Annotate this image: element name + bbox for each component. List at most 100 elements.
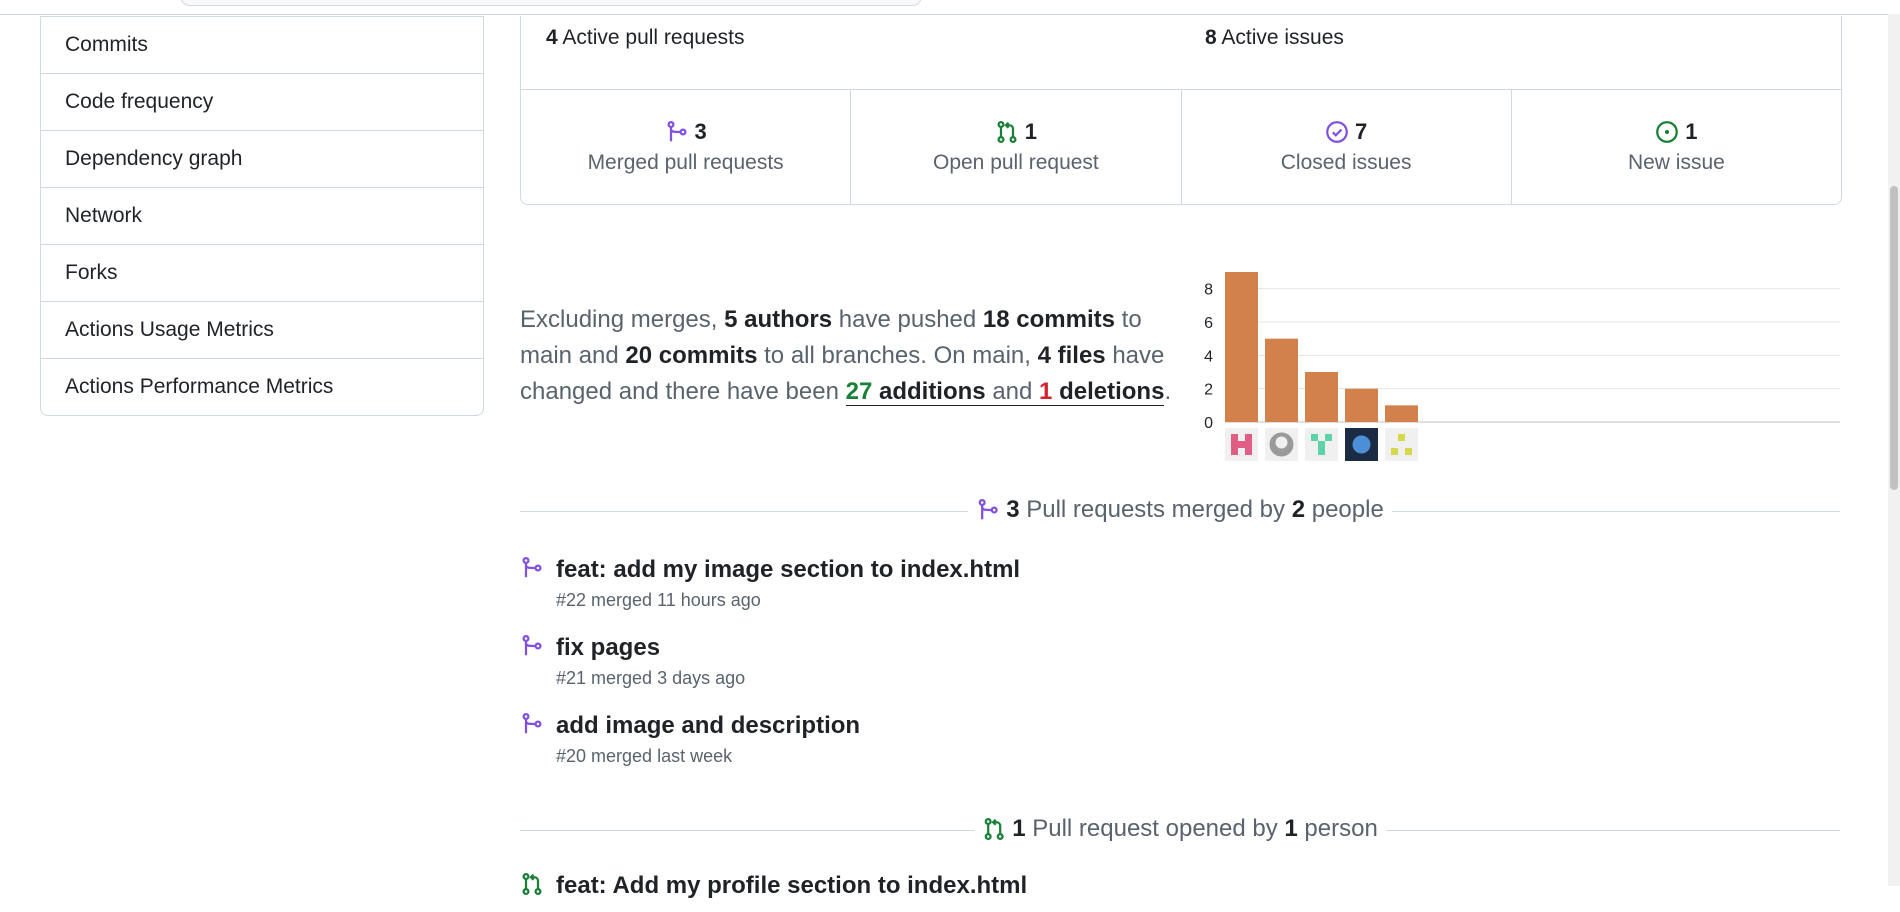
and-word: and — [985, 378, 1040, 405]
pr-title-link[interactable]: feat: add my image section to index.html — [556, 556, 1020, 584]
active-row: 4 Active pull requests 8 Active issues — [521, 16, 1841, 90]
sidebar-item-code-frequency[interactable]: Code frequency — [41, 73, 483, 130]
summary-text-part: to all branches. On main, — [757, 342, 1038, 369]
pr-title-link[interactable]: fix pages — [556, 634, 660, 662]
commits-main-count: 18 commits — [982, 306, 1115, 333]
green-identicon-avatar[interactable] — [1305, 428, 1338, 461]
y-tick-label: 4 — [1204, 348, 1213, 365]
merged-prs-section-heading: 3 Pull requests merged by 2 people — [520, 496, 1840, 526]
active-prs-label: Active pull requests — [562, 26, 745, 49]
merged-section-text-end: people — [1305, 496, 1384, 523]
open-prs-label: Open pull request — [932, 151, 1099, 174]
sidebar-item-label: Forks — [65, 261, 118, 284]
list-item: fix pages #21 merged 3 days ago — [520, 634, 1420, 694]
merge-icon — [522, 556, 542, 578]
merge-icon — [978, 498, 998, 520]
sidebar-item-forks[interactable]: Forks — [41, 244, 483, 301]
commit-summary-text: Excluding merges, 5 authors have pushed … — [520, 302, 1185, 410]
sidebar-item-label: Dependency graph — [65, 147, 243, 170]
active-issues-label: Active issues — [1221, 26, 1344, 49]
pull-request-icon — [984, 817, 1004, 841]
merged-section-count: 3 — [1006, 496, 1020, 523]
pr-title-link[interactable]: feat: Add my profile section to index.ht… — [556, 872, 1027, 900]
chart-bar[interactable] — [1385, 405, 1418, 422]
closed-issues-label: Closed issues — [1280, 151, 1412, 174]
github-default-avatar[interactable] — [1265, 428, 1298, 461]
pr-meta: #21 merged 3 days ago — [556, 668, 746, 688]
active-issues-count: 8 — [1205, 26, 1217, 49]
new-issues-label: New issue — [1627, 151, 1725, 174]
y-tick-label: 2 — [1204, 382, 1213, 399]
opened-section-people: 1 — [1284, 815, 1298, 842]
new-issue-stat[interactable]: 1 New issue — [1510, 90, 1841, 204]
opened-section-count: 1 — [1012, 815, 1026, 842]
summary-text-part: . — [1164, 378, 1172, 405]
chart-bar[interactable] — [1345, 388, 1378, 422]
sidebar-item-label: Commits — [65, 33, 148, 56]
summary-text-part: have pushed — [832, 306, 983, 333]
list-item: feat: add my image section to index.html… — [520, 556, 1420, 616]
open-prs-count: 1 — [1024, 119, 1037, 144]
pink-identicon-avatar[interactable] — [1225, 428, 1258, 461]
commits-all-count: 20 commits — [625, 342, 758, 369]
open-pull-request-stat[interactable]: 1 Open pull request — [850, 90, 1180, 204]
chart-bar[interactable] — [1265, 338, 1298, 422]
sidebar-item-actions-usage-metrics[interactable]: Actions Usage Metrics — [41, 301, 483, 358]
summary-text-part: Excluding merges, — [520, 306, 725, 333]
additions-deletions-link[interactable]: 27 additions and 1 deletions — [845, 378, 1165, 406]
merged-heading-text: 3 Pull requests merged by 2 people — [968, 496, 1392, 524]
opened-prs-section-heading: 1 Pull request opened by 1 person — [520, 815, 1840, 845]
new-issues-count: 1 — [1685, 119, 1698, 144]
sidebar-item-label: Code frequency — [65, 90, 214, 113]
closed-issues-stat[interactable]: 7 Closed issues — [1180, 90, 1511, 204]
photo-avatar[interactable] — [1345, 428, 1378, 461]
merge-icon — [522, 712, 542, 734]
merged-prs-count: 3 — [694, 119, 707, 144]
stat-row: 3 Merged pull requests 1 Open pull reque… — [521, 90, 1841, 204]
sidebar-item-commits[interactable]: Commits — [41, 16, 483, 73]
chart-bar[interactable] — [1305, 372, 1338, 422]
insights-sidebar: Commits Code frequency Dependency graph … — [40, 16, 484, 416]
merged-pull-requests-stat[interactable]: 3 Merged pull requests — [521, 90, 850, 204]
top-bar — [0, 0, 1900, 15]
pr-meta: #20 merged last week — [556, 746, 733, 766]
opened-heading-text: 1 Pull request opened by 1 person — [974, 815, 1386, 843]
merged-section-text: Pull requests merged by — [1019, 496, 1292, 523]
additions-label: additions — [872, 378, 986, 405]
opened-section-text: Pull request opened by — [1025, 815, 1285, 842]
additions-count: 27 — [845, 378, 873, 405]
authors-count: 5 authors — [724, 306, 833, 333]
yellow-identicon-avatar[interactable] — [1385, 428, 1418, 461]
issue-opened-icon — [1656, 121, 1679, 143]
pull-request-icon — [997, 120, 1017, 144]
merge-icon — [666, 120, 687, 142]
deletions-count: 1 — [1039, 378, 1053, 405]
active-prs-count: 4 — [546, 26, 558, 49]
files-count: 4 files — [1037, 342, 1106, 369]
sidebar-item-label: Actions Usage Metrics — [65, 318, 274, 341]
pr-title-link[interactable]: add image and description — [556, 712, 860, 740]
deletions-label: deletions — [1052, 378, 1165, 405]
pull-request-icon — [522, 872, 542, 896]
y-tick-label: 6 — [1204, 315, 1213, 332]
sidebar-item-actions-performance-metrics[interactable]: Actions Performance Metrics — [41, 358, 483, 415]
y-tick-label: 8 — [1204, 282, 1213, 299]
issue-closed-icon — [1326, 121, 1348, 143]
scrollbar-thumb[interactable] — [1890, 186, 1898, 490]
pr-meta: #22 merged 11 hours ago — [556, 590, 761, 610]
sidebar-item-network[interactable]: Network — [41, 187, 483, 244]
active-pull-requests-link[interactable]: 4 Active pull requests — [546, 26, 744, 50]
closed-issues-count: 7 — [1355, 119, 1368, 144]
merged-prs-label: Merged pull requests — [587, 151, 784, 174]
merged-section-people: 2 — [1291, 496, 1306, 523]
y-tick-label: 0 — [1204, 415, 1213, 432]
opened-section-text-end: person — [1297, 815, 1378, 842]
chart-bar[interactable] — [1225, 272, 1258, 422]
contributors-bar-chart: 0 2 4 6 8 — [1204, 272, 1840, 461]
sidebar-item-dependency-graph[interactable]: Dependency graph — [41, 130, 483, 187]
sidebar-item-label: Network — [65, 204, 143, 227]
active-issues-link[interactable]: 8 Active issues — [1205, 26, 1344, 50]
list-item: feat: Add my profile section to index.ht… — [520, 872, 1420, 912]
list-item: add image and description #20 merged las… — [520, 712, 1420, 772]
search-bar[interactable] — [180, 0, 922, 6]
